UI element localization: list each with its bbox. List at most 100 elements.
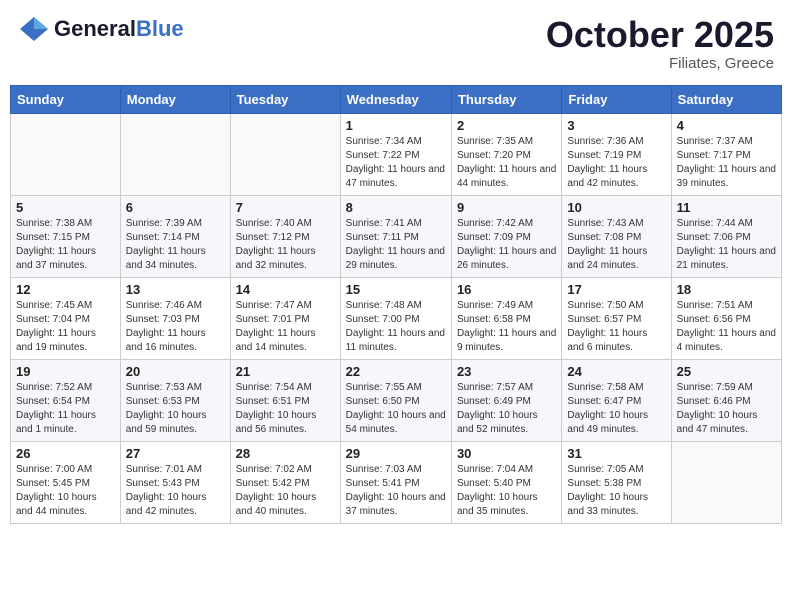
calendar-cell: 5Sunrise: 7:38 AM Sunset: 7:15 PM Daylig…: [11, 195, 121, 277]
calendar-cell: 23Sunrise: 7:57 AM Sunset: 6:49 PM Dayli…: [451, 359, 561, 441]
calendar-cell: 17 Sunrise: 7:50 AM Sunset: 6:57 PM Dayli…: [562, 277, 671, 359]
logo-icon: [18, 15, 50, 43]
calendar-cell: 3 Sunrise: 7:36 AM Sunset: 7:19 PM Daylig…: [562, 113, 671, 195]
day-info: Sunrise: 7:05 AM Sunset: 5:38 PM Dayligh…: [567, 463, 665, 519]
weekday-header-sunday: Sunday: [11, 85, 121, 113]
calendar-cell: [120, 113, 230, 195]
day-number: 30: [457, 446, 556, 461]
day-number: 14: [236, 282, 335, 297]
calendar-cell: 11 Sunrise: 7:44 AM Sunset: 7:06 PM Dayli…: [671, 195, 781, 277]
day-info: Sunrise: 7:00 AM Sunset: 5:45 PM Dayligh…: [16, 463, 115, 519]
day-info: Sunrise: 7:03 AM Sunset: 5:41 PM Dayligh…: [346, 463, 446, 519]
day-number: 4: [677, 118, 776, 133]
calendar-week-row: 26 Sunrise: 7:00 AM Sunset: 5:45 PM Dayli…: [11, 441, 782, 523]
calendar-cell: 24 Sunrise: 7:58 AM Sunset: 6:47 PM Dayli…: [562, 359, 671, 441]
day-number: 22: [346, 364, 446, 379]
day-info: Sunrise: 7:01 AM Sunset: 5:43 PM Dayligh…: [126, 463, 225, 519]
day-number: 26: [16, 446, 115, 461]
calendar-cell: 12Sunrise: 7:45 AM Sunset: 7:04 PM Dayli…: [11, 277, 121, 359]
day-number: 5: [16, 200, 115, 215]
day-info: Sunrise: 7:44 AM Sunset: 7:06 PM Dayligh…: [677, 217, 776, 273]
day-info: Sunrise: 7:53 AM Sunset: 6:53 PM Dayligh…: [126, 381, 225, 437]
calendar-cell: 4 Sunrise: 7:37 AM Sunset: 7:17 PM Daylig…: [671, 113, 781, 195]
logo-general-text: General: [54, 16, 136, 41]
weekday-header-wednesday: Wednesday: [340, 85, 451, 113]
calendar-cell: 9Sunrise: 7:42 AM Sunset: 7:09 PM Daylig…: [451, 195, 561, 277]
calendar-cell: 21 Sunrise: 7:54 AM Sunset: 6:51 PM Dayli…: [230, 359, 340, 441]
day-info: Sunrise: 7:59 AM Sunset: 6:46 PM Dayligh…: [677, 381, 776, 437]
day-number: 18: [677, 282, 776, 297]
calendar-cell: 28 Sunrise: 7:02 AM Sunset: 5:42 PM Dayli…: [230, 441, 340, 523]
calendar-cell: 29 Sunrise: 7:03 AM Sunset: 5:41 PM Dayli…: [340, 441, 451, 523]
day-info: Sunrise: 7:50 AM Sunset: 6:57 PM Dayligh…: [567, 299, 665, 355]
calendar-week-row: 12Sunrise: 7:45 AM Sunset: 7:04 PM Dayli…: [11, 277, 782, 359]
day-number: 27: [126, 446, 225, 461]
day-info: Sunrise: 7:51 AM Sunset: 6:56 PM Dayligh…: [677, 299, 776, 355]
calendar-cell: 1Sunrise: 7:34 AM Sunset: 7:22 PM Daylig…: [340, 113, 451, 195]
calendar-cell: 14 Sunrise: 7:47 AM Sunset: 7:01 PM Dayli…: [230, 277, 340, 359]
weekday-header-thursday: Thursday: [451, 85, 561, 113]
day-number: 28: [236, 446, 335, 461]
day-number: 17: [567, 282, 665, 297]
day-number: 20: [126, 364, 225, 379]
calendar-week-row: 5Sunrise: 7:38 AM Sunset: 7:15 PM Daylig…: [11, 195, 782, 277]
day-number: 21: [236, 364, 335, 379]
day-info: Sunrise: 7:35 AM Sunset: 7:20 PM Dayligh…: [457, 135, 556, 191]
day-info: Sunrise: 7:57 AM Sunset: 6:49 PM Dayligh…: [457, 381, 556, 437]
day-info: Sunrise: 7:43 AM Sunset: 7:08 PM Dayligh…: [567, 217, 665, 273]
calendar-cell: 25 Sunrise: 7:59 AM Sunset: 6:46 PM Dayli…: [671, 359, 781, 441]
day-info: Sunrise: 7:41 AM Sunset: 7:11 PM Dayligh…: [346, 217, 446, 273]
day-number: 25: [677, 364, 776, 379]
day-info: Sunrise: 7:46 AM Sunset: 7:03 PM Dayligh…: [126, 299, 225, 355]
calendar-cell: [11, 113, 121, 195]
day-info: Sunrise: 7:34 AM Sunset: 7:22 PM Dayligh…: [346, 135, 446, 191]
calendar-cell: 16Sunrise: 7:49 AM Sunset: 6:58 PM Dayli…: [451, 277, 561, 359]
calendar-cell: 8 Sunrise: 7:41 AM Sunset: 7:11 PM Daylig…: [340, 195, 451, 277]
day-info: Sunrise: 7:39 AM Sunset: 7:14 PM Dayligh…: [126, 217, 225, 273]
day-number: 31: [567, 446, 665, 461]
day-info: Sunrise: 7:49 AM Sunset: 6:58 PM Dayligh…: [457, 299, 556, 355]
day-info: Sunrise: 7:42 AM Sunset: 7:09 PM Dayligh…: [457, 217, 556, 273]
day-info: Sunrise: 7:02 AM Sunset: 5:42 PM Dayligh…: [236, 463, 335, 519]
calendar-cell: 6 Sunrise: 7:39 AM Sunset: 7:14 PM Daylig…: [120, 195, 230, 277]
day-number: 12: [16, 282, 115, 297]
day-info: Sunrise: 7:58 AM Sunset: 6:47 PM Dayligh…: [567, 381, 665, 437]
calendar-cell: 18 Sunrise: 7:51 AM Sunset: 6:56 PM Dayli…: [671, 277, 781, 359]
page-header: GeneralBlue October 2025 Filiates, Greec…: [10, 10, 782, 77]
calendar-cell: 30 Sunrise: 7:04 AM Sunset: 5:40 PM Dayli…: [451, 441, 561, 523]
location-subtitle: Filiates, Greece: [546, 55, 774, 72]
day-info: Sunrise: 7:54 AM Sunset: 6:51 PM Dayligh…: [236, 381, 335, 437]
day-info: Sunrise: 7:52 AM Sunset: 6:54 PM Dayligh…: [16, 381, 115, 437]
logo-blue-text: Blue: [136, 16, 184, 41]
weekday-header-row: SundayMondayTuesdayWednesdayThursdayFrid…: [11, 85, 782, 113]
calendar-cell: 15Sunrise: 7:48 AM Sunset: 7:00 PM Dayli…: [340, 277, 451, 359]
day-number: 6: [126, 200, 225, 215]
calendar-cell: 26 Sunrise: 7:00 AM Sunset: 5:45 PM Dayli…: [11, 441, 121, 523]
weekday-header-monday: Monday: [120, 85, 230, 113]
calendar-cell: 19 Sunrise: 7:52 AM Sunset: 6:54 PM Dayli…: [11, 359, 121, 441]
calendar-cell: 22 Sunrise: 7:55 AM Sunset: 6:50 PM Dayli…: [340, 359, 451, 441]
day-info: Sunrise: 7:40 AM Sunset: 7:12 PM Dayligh…: [236, 217, 335, 273]
day-number: 8: [346, 200, 446, 215]
day-number: 7: [236, 200, 335, 215]
weekday-header-tuesday: Tuesday: [230, 85, 340, 113]
day-info: Sunrise: 7:55 AM Sunset: 6:50 PM Dayligh…: [346, 381, 446, 437]
day-info: Sunrise: 7:48 AM Sunset: 7:00 PM Dayligh…: [346, 299, 446, 355]
calendar-cell: 31 Sunrise: 7:05 AM Sunset: 5:38 PM Dayli…: [562, 441, 671, 523]
calendar-cell: 27 Sunrise: 7:01 AM Sunset: 5:43 PM Dayli…: [120, 441, 230, 523]
day-number: 11: [677, 200, 776, 215]
calendar-cell: 20 Sunrise: 7:53 AM Sunset: 6:53 PM Dayli…: [120, 359, 230, 441]
calendar-cell: 10Sunrise: 7:43 AM Sunset: 7:08 PM Dayli…: [562, 195, 671, 277]
calendar-cell: [671, 441, 781, 523]
calendar-table: SundayMondayTuesdayWednesdayThursdayFrid…: [10, 85, 782, 524]
day-info: Sunrise: 7:04 AM Sunset: 5:40 PM Dayligh…: [457, 463, 556, 519]
day-number: 24: [567, 364, 665, 379]
day-info: Sunrise: 7:47 AM Sunset: 7:01 PM Dayligh…: [236, 299, 335, 355]
day-number: 29: [346, 446, 446, 461]
calendar-cell: 7 Sunrise: 7:40 AM Sunset: 7:12 PM Daylig…: [230, 195, 340, 277]
day-number: 3: [567, 118, 665, 133]
day-number: 19: [16, 364, 115, 379]
calendar-cell: 2Sunrise: 7:35 AM Sunset: 7:20 PM Daylig…: [451, 113, 561, 195]
day-info: Sunrise: 7:37 AM Sunset: 7:17 PM Dayligh…: [677, 135, 776, 191]
day-info: Sunrise: 7:36 AM Sunset: 7:19 PM Dayligh…: [567, 135, 665, 191]
